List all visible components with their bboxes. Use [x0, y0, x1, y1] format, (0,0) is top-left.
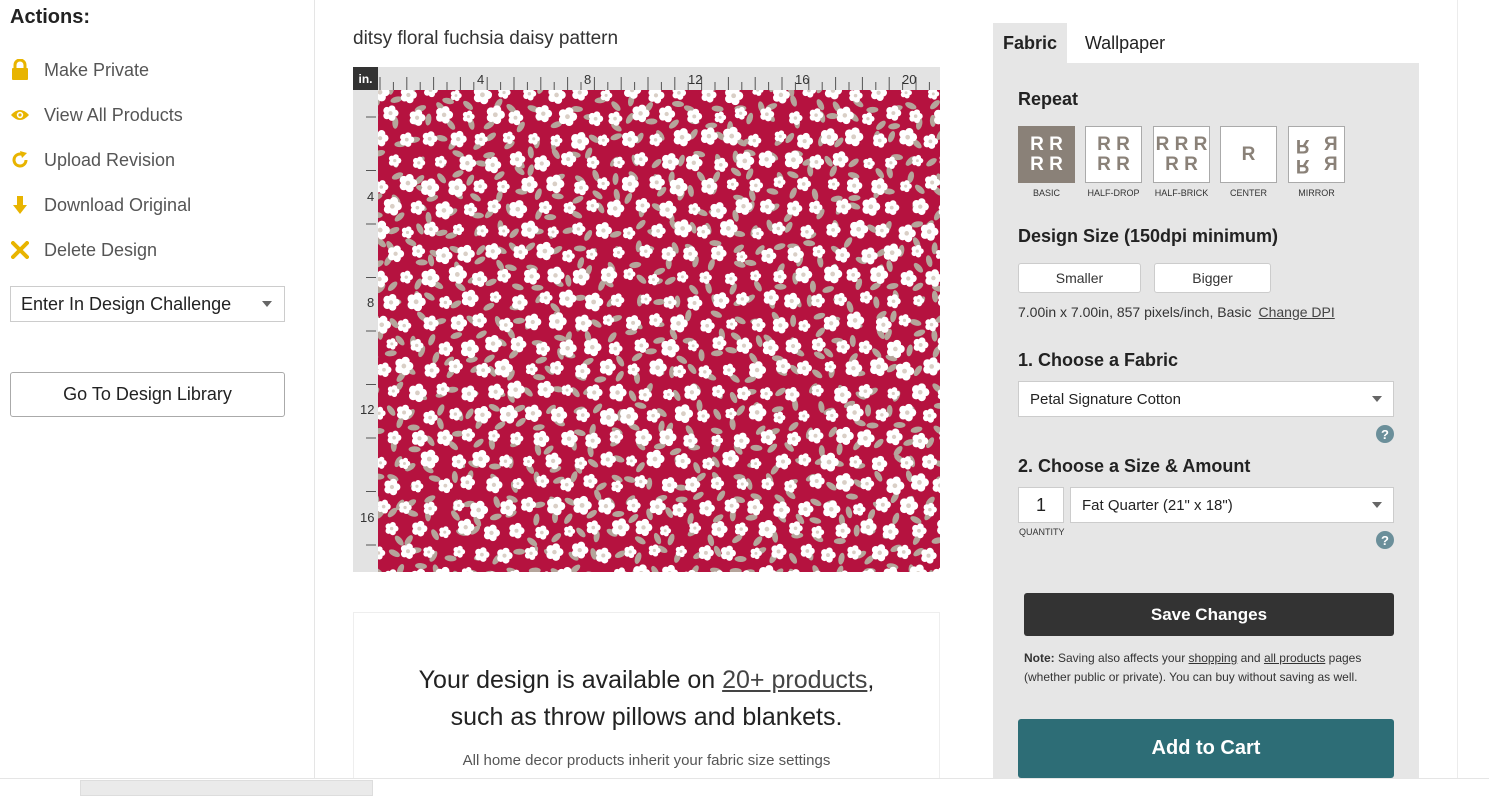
- size-help-icon[interactable]: ?: [1376, 531, 1394, 549]
- chevron-down-icon: [1372, 396, 1382, 402]
- ruler-unit: in.: [353, 67, 378, 90]
- promo-headline: Your design is available on 20+ products…: [354, 666, 939, 695]
- chevron-down-icon: [1372, 502, 1382, 508]
- download-arrow-icon: [10, 194, 30, 216]
- tab-fabric[interactable]: Fabric: [993, 23, 1067, 63]
- repeat-half-brick-icon: R R RR R: [1153, 126, 1210, 183]
- products-link[interactable]: 20+ products: [722, 666, 867, 694]
- ruler-top-label: 12: [688, 72, 703, 87]
- delete-design-label: Delete Design: [44, 239, 158, 260]
- quantity-caption: QUANTITY: [1019, 527, 1065, 537]
- ruler-top-label: 8: [584, 72, 592, 87]
- promo-text: ,: [867, 666, 875, 694]
- download-original-action[interactable]: Download Original: [10, 192, 191, 218]
- scrollbar-thumb[interactable]: [80, 780, 373, 796]
- promo-text: Your design is available on: [418, 666, 723, 694]
- ruler-top-label: 4: [477, 72, 485, 87]
- ruler-top-label: 20: [902, 72, 917, 87]
- design-preview: in. 4 8 12 16 20 4 8 12 16: [353, 67, 940, 572]
- repeat-caption: MIRROR: [1298, 188, 1335, 198]
- save-note: Note: Saving also affects your shopping …: [1024, 649, 1394, 687]
- repeat-mirror-icon: R RR R: [1288, 126, 1345, 183]
- bigger-button[interactable]: Bigger: [1154, 263, 1271, 293]
- actions-title: Actions:: [10, 6, 90, 28]
- repeat-center-icon: R: [1220, 126, 1277, 183]
- repeat-half-drop-icon: R RR R: [1085, 126, 1142, 183]
- change-dpi-link[interactable]: Change DPI: [1258, 304, 1334, 320]
- close-x-icon: [10, 239, 30, 261]
- download-original-label: Download Original: [44, 194, 192, 215]
- size-select[interactable]: Fat Quarter (21" x 18"): [1070, 487, 1394, 523]
- repeat-basic-icon: R RR R: [1018, 126, 1075, 183]
- lock-icon: [10, 59, 30, 81]
- repeat-label: Repeat: [1018, 89, 1079, 109]
- ruler-left-label: 12: [360, 402, 375, 417]
- make-private-label: Make Private: [44, 59, 150, 80]
- smaller-button[interactable]: Smaller: [1018, 263, 1141, 293]
- ruler-left-label: 16: [360, 510, 375, 525]
- quantity-input[interactable]: 1: [1018, 487, 1064, 523]
- ruler-top-label: 16: [795, 72, 810, 87]
- repeat-mirror-option[interactable]: R RR R MIRROR: [1288, 126, 1345, 198]
- ruler-left-label: 8: [367, 295, 375, 310]
- ruler-left-label: 4: [367, 189, 375, 204]
- size-info-text: 7.00in x 7.00in, 857 pixels/inch, Basic: [1018, 304, 1252, 320]
- page-divider: [1457, 0, 1458, 778]
- make-private-action[interactable]: Make Private: [10, 57, 149, 83]
- fabric-help-icon[interactable]: ?: [1376, 425, 1394, 443]
- products-promo: Your design is available on 20+ products…: [353, 612, 940, 792]
- fabric-select[interactable]: Petal Signature Cotton: [1018, 381, 1394, 417]
- choose-size-label: 2. Choose a Size & Amount: [1018, 456, 1251, 476]
- note-text: Saving also affects your: [1054, 651, 1189, 665]
- size-select-value: Fat Quarter (21" x 18"): [1082, 497, 1233, 514]
- ruler-left: 4 8 12 16: [353, 90, 378, 572]
- repeat-caption: CENTER: [1229, 188, 1267, 198]
- delete-design-action[interactable]: Delete Design: [10, 237, 157, 263]
- repeat-half-drop-option[interactable]: R RR R HALF-DROP: [1085, 126, 1142, 198]
- save-changes-button[interactable]: Save Changes: [1024, 593, 1394, 636]
- upload-revision-action[interactable]: Upload Revision: [10, 147, 175, 173]
- eye-icon: [10, 104, 30, 126]
- add-to-cart-button[interactable]: Add to Cart: [1018, 719, 1394, 778]
- repeat-half-brick-option[interactable]: R R RR R HALF-BRICK: [1153, 126, 1210, 198]
- repeat-center-option[interactable]: R CENTER: [1220, 126, 1277, 198]
- upload-revision-label: Upload Revision: [44, 149, 176, 170]
- refresh-icon: [10, 149, 30, 171]
- shopping-link[interactable]: shopping: [1189, 651, 1238, 665]
- ruler-top: 4 8 12 16 20: [378, 67, 940, 90]
- repeat-caption: HALF-DROP: [1087, 188, 1140, 198]
- design-challenge-select[interactable]: Enter In Design Challenge: [10, 286, 285, 322]
- fabric-settings-panel: Repeat R RR R BASIC R RR R HALF-DROP R R…: [993, 63, 1419, 778]
- design-size-label: Design Size (150dpi minimum): [1018, 226, 1279, 246]
- promo-note: All home decor products inherit your fab…: [462, 752, 831, 769]
- design-challenge-value: Enter In Design Challenge: [21, 294, 232, 314]
- go-to-design-library-button[interactable]: Go To Design Library: [10, 372, 285, 417]
- chevron-down-icon: [262, 301, 272, 307]
- view-all-products-label: View All Products: [44, 104, 183, 125]
- fabric-select-value: Petal Signature Cotton: [1030, 391, 1181, 408]
- design-title: ditsy floral fuchsia daisy pattern: [353, 28, 619, 49]
- design-size-info: 7.00in x 7.00in, 857 pixels/inch, Basic C…: [1018, 304, 1335, 320]
- tab-wallpaper[interactable]: Wallpaper: [1067, 23, 1183, 63]
- fabric-pattern-image: [363, 75, 940, 572]
- repeat-caption: HALF-BRICK: [1154, 188, 1209, 198]
- note-text: and: [1237, 651, 1264, 665]
- repeat-basic-option[interactable]: R RR R BASIC: [1018, 126, 1075, 198]
- promo-subheadline: such as throw pillows and blankets.: [450, 703, 843, 731]
- actions-sidebar: Actions: Make Private View All Products …: [0, 0, 315, 778]
- view-all-products-action[interactable]: View All Products: [10, 102, 183, 128]
- choose-fabric-label: 1. Choose a Fabric: [1018, 350, 1179, 370]
- all-products-link[interactable]: all products: [1264, 651, 1325, 665]
- note-label: Note:: [1024, 651, 1055, 665]
- repeat-caption: BASIC: [1032, 188, 1060, 198]
